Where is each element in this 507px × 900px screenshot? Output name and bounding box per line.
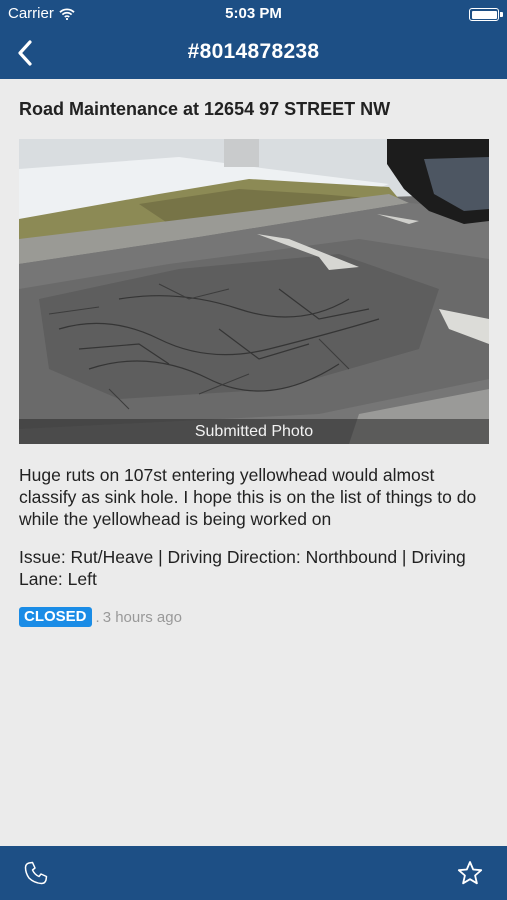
timestamp: 3 hours ago [102, 608, 182, 626]
battery-fill [471, 10, 497, 19]
issue-details: Issue: Rut/Heave | Driving Direction: No… [19, 547, 466, 589]
page-title: #8014878238 [187, 40, 320, 63]
bottom-toolbar [0, 846, 507, 900]
status-separator: . [95, 608, 100, 626]
report-detail: Road Maintenance at 12654 97 STREET NW S… [0, 79, 507, 846]
pothole-photo-image [19, 139, 489, 444]
battery-nub [500, 12, 503, 17]
status-row: CLOSED . 3 hours ago [19, 607, 182, 627]
report-description: Huge ruts on 107st entering yellowhead w… [19, 465, 477, 529]
navigation-bar: #8014878238 [0, 28, 507, 79]
submitted-photo[interactable]: Submitted Photo [19, 139, 489, 444]
status-badge: CLOSED [19, 607, 92, 627]
phone-icon [24, 861, 48, 885]
report-title: Road Maintenance at 12654 97 STREET NW [19, 99, 391, 119]
star-icon [457, 861, 483, 885]
clock: 5:03 PM [225, 5, 282, 22]
chevron-left-icon [18, 40, 32, 66]
battery-icon [469, 8, 503, 21]
call-button[interactable] [23, 860, 49, 886]
status-bar: Carrier 5:03 PM [0, 0, 507, 28]
back-button[interactable] [10, 37, 40, 69]
favorite-button[interactable] [457, 860, 483, 886]
photo-caption: Submitted Photo [19, 419, 489, 444]
